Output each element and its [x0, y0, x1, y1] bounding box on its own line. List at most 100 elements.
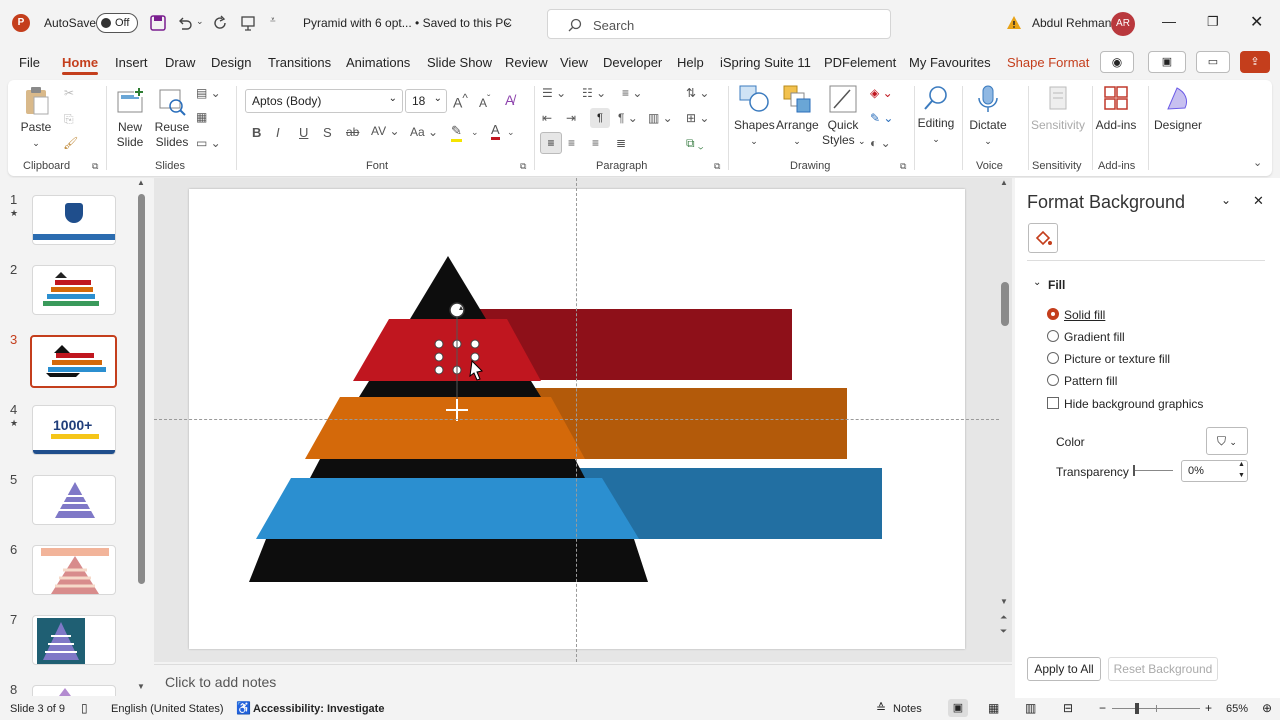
slide-thumbnail-4[interactable]: 1000+	[32, 405, 116, 455]
tab-transitions[interactable]: Transitions	[268, 55, 331, 70]
tab-home[interactable]: Home	[62, 55, 98, 70]
section-icon[interactable]: ▭ ⌄	[196, 136, 221, 150]
pyramid-base-black[interactable]	[249, 539, 648, 582]
title-chevron-icon[interactable]: ⌄	[503, 15, 512, 28]
reset-slide-icon[interactable]: ▦	[196, 110, 207, 124]
zoom-level[interactable]: 65%	[1226, 703, 1248, 715]
cut-icon[interactable]: ✂	[64, 86, 74, 100]
redo-icon[interactable]	[212, 15, 228, 31]
slide-thumbnail-8[interactable]	[32, 685, 116, 696]
transparency-input[interactable]: 0% ▲ ▼	[1181, 460, 1248, 482]
tab-help[interactable]: Help	[677, 55, 704, 70]
pane-options-icon[interactable]: ⌄	[1221, 193, 1231, 207]
designer-button[interactable]: Designer	[1154, 84, 1202, 133]
shape-outline-icon[interactable]: ✎ ⌄	[870, 111, 893, 125]
editing-button[interactable]: Editing ⌄	[916, 84, 956, 147]
slide-sorter-icon[interactable]: ▦	[988, 701, 999, 715]
search-box[interactable]: Search	[547, 9, 891, 39]
increase-font-icon[interactable]: A^	[453, 92, 468, 111]
fit-to-window-icon[interactable]: ⊕	[1262, 701, 1272, 715]
align-right-icon[interactable]: ≡	[592, 136, 599, 150]
increase-indent-icon[interactable]: ⇥	[566, 111, 576, 125]
ltr-button[interactable]: ¶	[590, 108, 610, 128]
comments-button[interactable]: ▭	[1196, 51, 1230, 73]
hide-graphics-label[interactable]: Hide background graphics	[1064, 397, 1203, 411]
accessibility-icon[interactable]: ♿	[236, 701, 251, 715]
quick-styles-button[interactable]: Quick Styles ⌄	[822, 84, 866, 149]
strikethrough-icon[interactable]: ab	[346, 125, 359, 139]
autosave-toggle[interactable]: Off	[96, 13, 138, 33]
hide-graphics-checkbox[interactable]	[1047, 397, 1059, 409]
canvas-scroll-up-icon[interactable]: ▲	[1000, 178, 1008, 187]
paragraph-launcher-icon[interactable]: ⧉	[714, 161, 720, 172]
gradient-fill-radio[interactable]	[1047, 330, 1059, 342]
align-text-icon[interactable]: ⊞ ⌄	[686, 111, 709, 125]
slides-scrollbar-thumb[interactable]	[138, 194, 145, 584]
change-case-icon[interactable]: Aa ⌄	[410, 125, 438, 139]
smartart-icon[interactable]: ⧉ ⌄	[686, 136, 704, 151]
tab-shape-format[interactable]: Shape Format	[1007, 55, 1089, 70]
tab-pdfelement[interactable]: PDFelement	[824, 55, 896, 70]
italic-icon[interactable]: I	[276, 125, 280, 140]
document-title[interactable]: Pyramid with 6 opt... • Saved to this PC	[303, 16, 512, 30]
user-avatar[interactable]: AR	[1111, 12, 1135, 36]
spelling-icon[interactable]: ▯	[81, 701, 88, 715]
tab-ispring[interactable]: iSpring Suite 11	[720, 55, 811, 70]
apply-to-all-button[interactable]: Apply to All	[1027, 657, 1101, 681]
pyramid-band-black-2[interactable]	[310, 459, 585, 478]
picture-fill-label[interactable]: Picture or texture fill	[1064, 352, 1170, 366]
tab-developer[interactable]: Developer	[603, 55, 662, 70]
tab-view[interactable]: View	[560, 55, 588, 70]
tab-design[interactable]: Design	[211, 55, 251, 70]
language-label[interactable]: English (United States)	[111, 703, 224, 715]
slide-thumbnail-1[interactable]	[32, 195, 116, 245]
shape-effects-icon[interactable]: ◐ ⌄	[870, 136, 891, 150]
shape-fill-icon[interactable]: ◈ ⌄	[870, 86, 893, 100]
slide-thumbnail-2[interactable]	[32, 265, 116, 315]
rotate-handle-icon[interactable]	[449, 302, 465, 318]
align-left-button[interactable]: ≡	[540, 132, 562, 154]
next-slide-icon[interactable]: ⏷	[1000, 626, 1007, 637]
font-size-dropdown[interactable]: 18 ⌄	[405, 89, 447, 113]
slideshow-icon[interactable]: ⊟	[1063, 701, 1073, 715]
pyramid-top-black[interactable]	[410, 256, 486, 319]
normal-view-button[interactable]: ▣	[948, 699, 968, 717]
character-spacing-icon[interactable]: AV ⌄	[371, 124, 400, 138]
justify-icon[interactable]: ≣	[616, 136, 626, 150]
slides-scrollbar-track[interactable]: ▲ ▼	[137, 178, 145, 691]
solid-fill-radio[interactable]	[1047, 308, 1059, 320]
decrease-indent-icon[interactable]: ⇤	[542, 111, 552, 125]
clear-format-icon[interactable]: A̸	[505, 92, 514, 108]
numbering-icon[interactable]: ☷ ⌄	[582, 86, 606, 100]
tab-draw[interactable]: Draw	[165, 55, 195, 70]
accessibility-status[interactable]: Accessibility: Investigate	[253, 703, 384, 715]
scroll-down-icon[interactable]: ▼	[137, 682, 145, 691]
canvas-scroll-down-icon[interactable]: ▼	[1000, 597, 1008, 606]
zoom-out-icon[interactable]: −	[1099, 701, 1106, 715]
solid-fill-label[interactable]: Solid fill	[1064, 308, 1105, 322]
underline-icon[interactable]: U	[299, 125, 308, 140]
tab-review[interactable]: Review	[505, 55, 548, 70]
reading-view-icon[interactable]: ▥	[1025, 701, 1036, 715]
tab-animations[interactable]: Animations	[346, 55, 410, 70]
font-launcher-icon[interactable]: ⧉	[520, 161, 526, 172]
bullets-icon[interactable]: ☰ ⌄	[542, 86, 566, 100]
tab-slide-show[interactable]: Slide Show	[427, 55, 492, 70]
pattern-fill-label[interactable]: Pattern fill	[1064, 374, 1117, 388]
canvas-scrollbar-thumb[interactable]	[1001, 282, 1009, 326]
user-name[interactable]: Abdul Rehman	[1032, 16, 1111, 30]
font-color-dropdown-icon[interactable]: ⌄	[507, 127, 515, 138]
fill-section-label[interactable]: Fill	[1048, 278, 1065, 292]
tab-my-favourites[interactable]: My Favourites	[909, 55, 991, 70]
decrease-font-icon[interactable]: Aˇ	[479, 94, 490, 110]
teams-share-button[interactable]: ▣	[1148, 51, 1186, 73]
new-slide-button[interactable]: New Slide	[112, 86, 148, 150]
minimize-icon[interactable]: —	[1162, 13, 1176, 29]
highlight-icon[interactable]: ✎	[451, 123, 462, 142]
sensitivity-button[interactable]: Sensitivity	[1030, 84, 1086, 133]
align-center-icon[interactable]: ≡	[568, 136, 575, 150]
add-ins-button[interactable]: Add-ins	[1094, 84, 1138, 133]
tab-insert[interactable]: Insert	[115, 55, 148, 70]
copy-icon[interactable]: ⎘	[64, 112, 74, 127]
format-painter-icon[interactable]: 🖌	[63, 136, 78, 150]
